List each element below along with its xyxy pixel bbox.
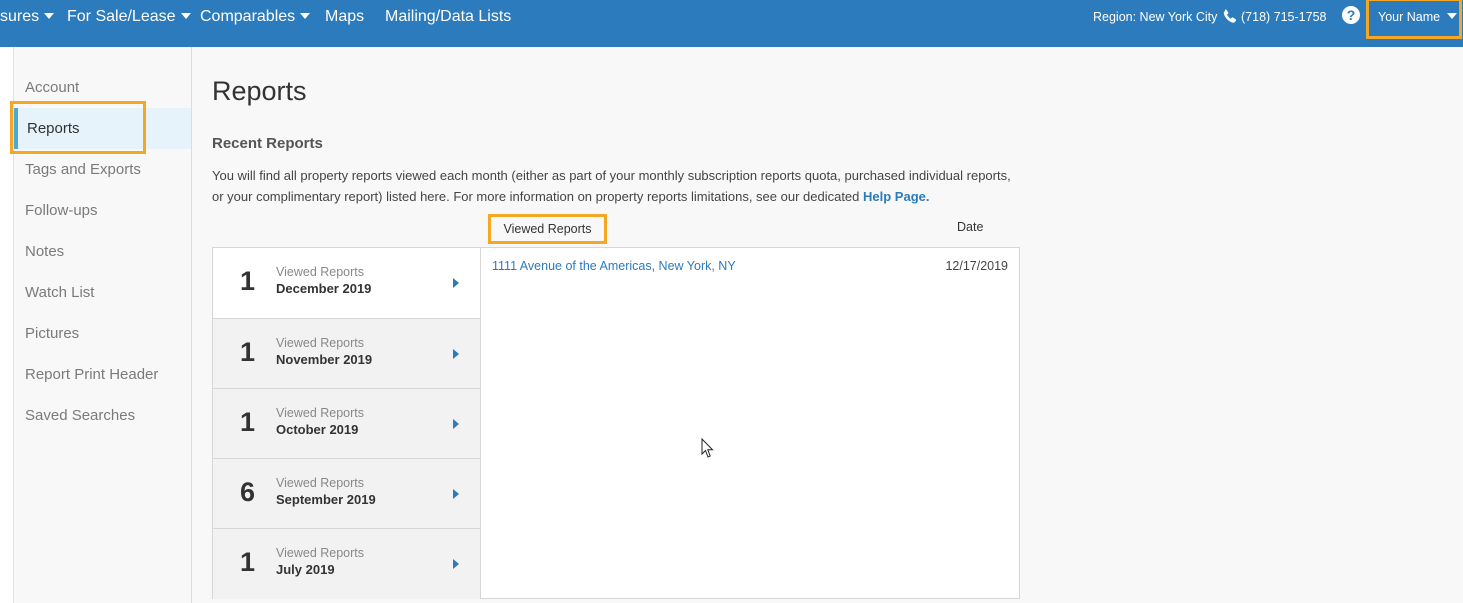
sidebar-item-account[interactable]: Account bbox=[14, 67, 191, 108]
nav-item-comparables[interactable]: Comparables bbox=[200, 0, 311, 36]
phone-number-text: (718) 715-1758 bbox=[1241, 10, 1327, 24]
nav-item-maps[interactable]: Maps bbox=[325, 0, 364, 36]
month-report-count: 1 bbox=[240, 547, 256, 577]
chevron-down-icon bbox=[300, 13, 311, 19]
nav-item-mailing-data-lists[interactable]: Mailing/Data Lists bbox=[385, 0, 511, 36]
chevron-right-icon bbox=[453, 349, 459, 359]
sidebar-item-saved-searches[interactable]: Saved Searches bbox=[14, 395, 191, 436]
description-text: You will find all property reports viewe… bbox=[212, 165, 1024, 207]
nav-item-label: For Sale/Lease bbox=[67, 8, 176, 25]
viewed-reports-panel: 1111 Avenue of the Americas, New York, N… bbox=[480, 247, 1020, 599]
chevron-down-icon bbox=[44, 13, 55, 19]
sidebar-item-notes[interactable]: Notes bbox=[14, 231, 191, 272]
month-item-label: Viewed Reports bbox=[276, 336, 365, 350]
month-item-september-2019[interactable]: 6 Viewed Reports September 2019 bbox=[213, 459, 480, 529]
month-report-count: 1 bbox=[240, 266, 256, 296]
chevron-right-icon bbox=[453, 419, 459, 429]
nav-item-for-sale-lease[interactable]: For Sale/Lease bbox=[67, 0, 191, 36]
sidebar-item-reports[interactable]: Reports bbox=[14, 108, 191, 149]
chevron-right-icon bbox=[453, 559, 459, 569]
month-item-october-2019[interactable]: 1 Viewed Reports October 2019 bbox=[213, 389, 480, 459]
section-title: Recent Reports bbox=[212, 135, 323, 152]
phone-number[interactable]: (718) 715-1758 bbox=[1222, 0, 1326, 34]
month-item-name: November 2019 bbox=[276, 352, 373, 367]
month-item-label: Viewed Reports bbox=[276, 406, 365, 420]
sidebar-item-watch-list[interactable]: Watch List bbox=[14, 272, 191, 313]
sidebar: Account Reports Tags and Exports Follow-… bbox=[14, 47, 192, 603]
chevron-right-icon bbox=[453, 489, 459, 499]
sidebar-item-pictures[interactable]: Pictures bbox=[14, 313, 191, 354]
sidebar-item-tags-and-exports[interactable]: Tags and Exports bbox=[14, 149, 191, 190]
nav-item-label: Maps bbox=[325, 8, 365, 25]
top-navigation-bar: sures For Sale/Lease Comparables Maps Ma… bbox=[0, 0, 1463, 47]
month-item-name: July 2019 bbox=[276, 562, 335, 577]
left-edge-panel bbox=[0, 47, 14, 603]
month-item-name: September 2019 bbox=[276, 492, 376, 507]
month-report-count: 6 bbox=[240, 477, 256, 507]
chevron-down-icon bbox=[180, 13, 191, 19]
month-item-name: October 2019 bbox=[276, 422, 359, 437]
report-address-link[interactable]: 1111 Avenue of the Americas, New York, N… bbox=[492, 259, 736, 273]
phone-icon bbox=[1223, 9, 1237, 23]
month-item-label: Viewed Reports bbox=[276, 476, 365, 490]
user-name: Your Name bbox=[1378, 10, 1441, 24]
month-item-december-2019[interactable]: 1 Viewed Reports December 2019 bbox=[213, 248, 480, 319]
month-item-label: Viewed Reports bbox=[276, 546, 365, 560]
month-item-label: Viewed Reports bbox=[276, 265, 365, 279]
page-title: Reports bbox=[212, 76, 307, 106]
help-page-link[interactable]: Help Page. bbox=[863, 189, 929, 204]
sidebar-item-follow-ups[interactable]: Follow-ups bbox=[14, 190, 191, 231]
month-item-name: December 2019 bbox=[276, 281, 372, 296]
nav-item-label: sures bbox=[0, 8, 40, 25]
month-list: 1 Viewed Reports December 2019 1 Viewed … bbox=[212, 247, 481, 599]
region-label: Region: New York City bbox=[1093, 10, 1218, 24]
nav-item-label: Mailing/Data Lists bbox=[385, 8, 512, 25]
chevron-down-icon bbox=[1447, 13, 1458, 19]
report-date: 12/17/2019 bbox=[945, 259, 1008, 273]
nav-item-closures[interactable]: sures bbox=[0, 0, 55, 36]
column-header-viewed-reports[interactable]: Viewed Reports bbox=[488, 214, 607, 244]
month-item-july-2019[interactable]: 1 Viewed Reports July 2019 bbox=[213, 529, 480, 599]
help-icon[interactable]: ? bbox=[1342, 6, 1360, 24]
nav-item-label: Comparables bbox=[200, 8, 296, 25]
month-report-count: 1 bbox=[240, 407, 256, 437]
mouse-cursor-icon bbox=[701, 438, 714, 458]
month-item-november-2019[interactable]: 1 Viewed Reports November 2019 bbox=[213, 319, 480, 389]
month-report-count: 1 bbox=[240, 337, 256, 367]
sidebar-item-report-print-header[interactable]: Report Print Header bbox=[14, 354, 191, 395]
chevron-right-icon bbox=[453, 278, 459, 288]
user-menu-button[interactable]: Your Name bbox=[1366, 0, 1462, 39]
column-header-date[interactable]: Date bbox=[957, 220, 983, 234]
